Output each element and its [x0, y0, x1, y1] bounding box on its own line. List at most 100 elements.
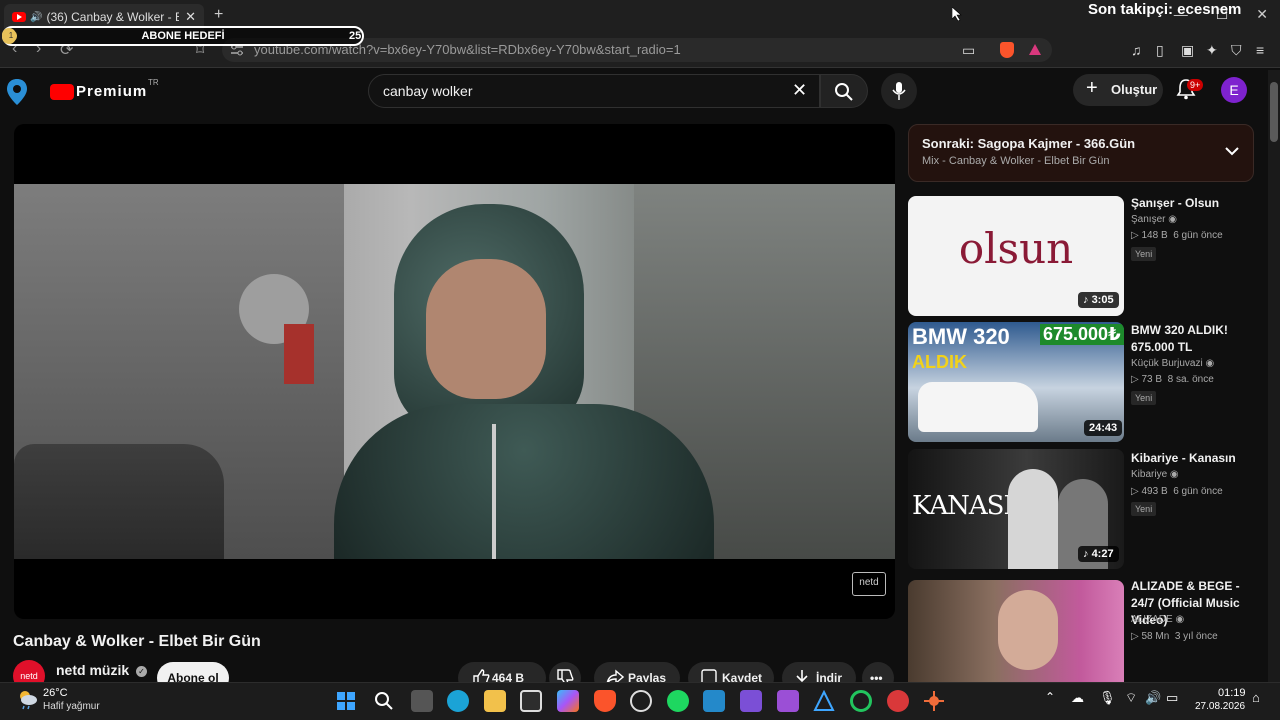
new-badge: Yeni: [1131, 391, 1157, 405]
weather-rain-icon[interactable]: [16, 688, 38, 710]
related-meta: ▷ 58 Mn 3 yıl önce: [1131, 631, 1218, 642]
clock-time[interactable]: 01:19: [1218, 687, 1246, 699]
related-title[interactable]: Kibariye - Kanasın: [1131, 450, 1261, 467]
voice-search-button[interactable]: [881, 73, 917, 109]
volume-icon[interactable]: 🔊: [1145, 690, 1161, 706]
logo-text: Premium: [76, 83, 148, 100]
related-title[interactable]: Şanışer - Olsun: [1131, 195, 1261, 212]
related-meta: ▷ 73 B 8 sa. önce: [1131, 374, 1214, 385]
sync-app-icon[interactable]: [850, 690, 872, 712]
vscode-icon[interactable]: [703, 690, 725, 712]
m365-icon[interactable]: [557, 690, 579, 712]
task-view-icon[interactable]: [411, 690, 433, 712]
youtube-play-icon: [50, 84, 74, 100]
microphone-tray-icon[interactable]: 🎙: [1099, 690, 1116, 706]
related-channel[interactable]: Şanışer ◉: [1131, 214, 1177, 225]
tray-overflow-icon[interactable]: ⌃: [1045, 690, 1055, 704]
thumbnail-text: BMW 320: [912, 324, 1010, 349]
close-window-button[interactable]: ✕: [1256, 6, 1268, 23]
play-icon: ▷: [1131, 631, 1139, 642]
channel-name[interactable]: netd müzik ✓: [56, 662, 148, 678]
wifi-icon[interactable]: ⌔: [1125, 690, 1137, 706]
mouse-cursor-icon: [952, 7, 962, 21]
related-thumbnail[interactable]: [908, 580, 1124, 682]
related-thumbnail[interactable]: BMW 320 ALDIK 675.000₺ 24:43: [908, 322, 1124, 442]
brave-shield-icon[interactable]: [1000, 42, 1014, 58]
thumbnail-text: ALDIK: [912, 352, 967, 372]
windows-start-icon[interactable]: [335, 690, 357, 712]
new-badge: Yeni: [1131, 502, 1157, 516]
video-duration: ♪ 4:27: [1078, 546, 1119, 562]
onedrive-icon[interactable]: ☁: [1071, 690, 1084, 706]
related-thumbnail[interactable]: KANASIN ♪ 4:27: [908, 449, 1124, 569]
tab-title: (36) Canbay & Wolker - Elbet: [46, 10, 180, 24]
related-title[interactable]: BMW 320 ALDIK! 675.000 TL: [1131, 322, 1261, 356]
menu-icon[interactable]: ≡: [1256, 42, 1264, 58]
search-taskbar-icon[interactable]: [373, 690, 395, 712]
streamer-logo-icon: [7, 79, 27, 105]
scrollbar-thumb[interactable]: [1270, 82, 1278, 142]
media-icon[interactable]: ♫: [1131, 42, 1142, 58]
new-tab-button[interactable]: +: [214, 6, 223, 24]
logo-region: TR: [148, 78, 159, 87]
video-player[interactable]: netd: [14, 124, 895, 619]
play-icon: ▷: [1131, 374, 1139, 385]
arduino-icon[interactable]: [813, 689, 835, 712]
plus-icon: +: [1086, 77, 1098, 99]
notifications-icon[interactable]: ⌂: [1252, 690, 1260, 705]
battery-icon[interactable]: ▭: [1166, 690, 1178, 706]
verified-icon: ◉: [1169, 469, 1179, 480]
related-meta: ▷ 493 B 6 gün önce: [1131, 486, 1223, 497]
chevron-down-icon[interactable]: [1224, 146, 1240, 156]
cast-icon[interactable]: ▭: [962, 42, 975, 59]
weather-description[interactable]: Hafif yağmur: [43, 701, 100, 712]
thumbnail-text: olsun: [958, 224, 1074, 273]
leo-icon[interactable]: ✦: [1206, 42, 1218, 59]
thumbnail-text: 675.000₺: [1040, 324, 1124, 345]
weather-temperature[interactable]: 26°C: [43, 687, 68, 699]
edge-browser-icon[interactable]: [447, 690, 469, 712]
verified-icon: ◉: [1175, 614, 1185, 625]
microsoft-store-icon[interactable]: [520, 690, 542, 712]
vpn-icon[interactable]: ⛉: [1231, 42, 1242, 59]
visual-studio-icon[interactable]: [740, 690, 762, 712]
up-next-panel[interactable]: [908, 124, 1254, 182]
page-scrollbar[interactable]: [1268, 70, 1280, 682]
brave-rewards-icon[interactable]: [1028, 43, 1042, 56]
youtube-favicon-icon: [12, 12, 26, 22]
music-note-icon: ♪: [1083, 294, 1089, 306]
visual-studio-preview-icon[interactable]: [777, 690, 799, 712]
spotify-icon[interactable]: [667, 690, 689, 712]
wallet-icon[interactable]: ▣: [1181, 42, 1194, 59]
obs-icon[interactable]: [630, 690, 652, 712]
clock-date[interactable]: 27.08.2026: [1195, 701, 1245, 712]
sidebar-icon[interactable]: ▯: [1156, 42, 1164, 59]
verified-icon: ◉: [1168, 214, 1177, 225]
search-icon: [835, 83, 853, 101]
video-duration: ♪ 3:05: [1078, 292, 1119, 308]
related-channel[interactable]: Kibariye ◉: [1131, 469, 1179, 480]
related-thumbnail[interactable]: olsun ♪ 3:05: [908, 196, 1124, 316]
spark-app-icon[interactable]: [923, 690, 945, 712]
search-button[interactable]: [820, 74, 868, 108]
search-input[interactable]: canbay wolker: [368, 74, 820, 108]
speaker-icon[interactable]: 🔊: [30, 12, 42, 23]
brave-browser-icon[interactable]: [594, 690, 616, 712]
channel-watermark: netd: [852, 572, 886, 596]
latest-follower-text: Son takipçi: ecesnem: [1088, 1, 1242, 18]
channel-name-text: netd müzik: [56, 662, 130, 678]
up-next-subtitle: Mix - Canbay & Wolker - Elbet Bir Gün: [922, 155, 1110, 167]
subscriber-goal-target: 25: [349, 30, 362, 42]
related-channel[interactable]: ALIZADE ◉: [1131, 614, 1184, 625]
related-channel[interactable]: Küçük Burjuvazi ◉: [1131, 358, 1214, 369]
notification-count-badge: 9+: [1187, 79, 1204, 91]
youtube-logo[interactable]: Premium: [6, 76, 156, 108]
tab-close-icon[interactable]: ✕: [185, 9, 196, 25]
new-badge: Yeni: [1131, 247, 1157, 261]
video-frame: [14, 184, 895, 559]
record-app-icon[interactable]: [887, 690, 909, 712]
search-clear-icon[interactable]: ✕: [792, 80, 807, 101]
video-duration: 24:43: [1084, 420, 1123, 436]
file-explorer-icon[interactable]: [484, 690, 506, 712]
account-avatar[interactable]: E: [1221, 77, 1247, 103]
